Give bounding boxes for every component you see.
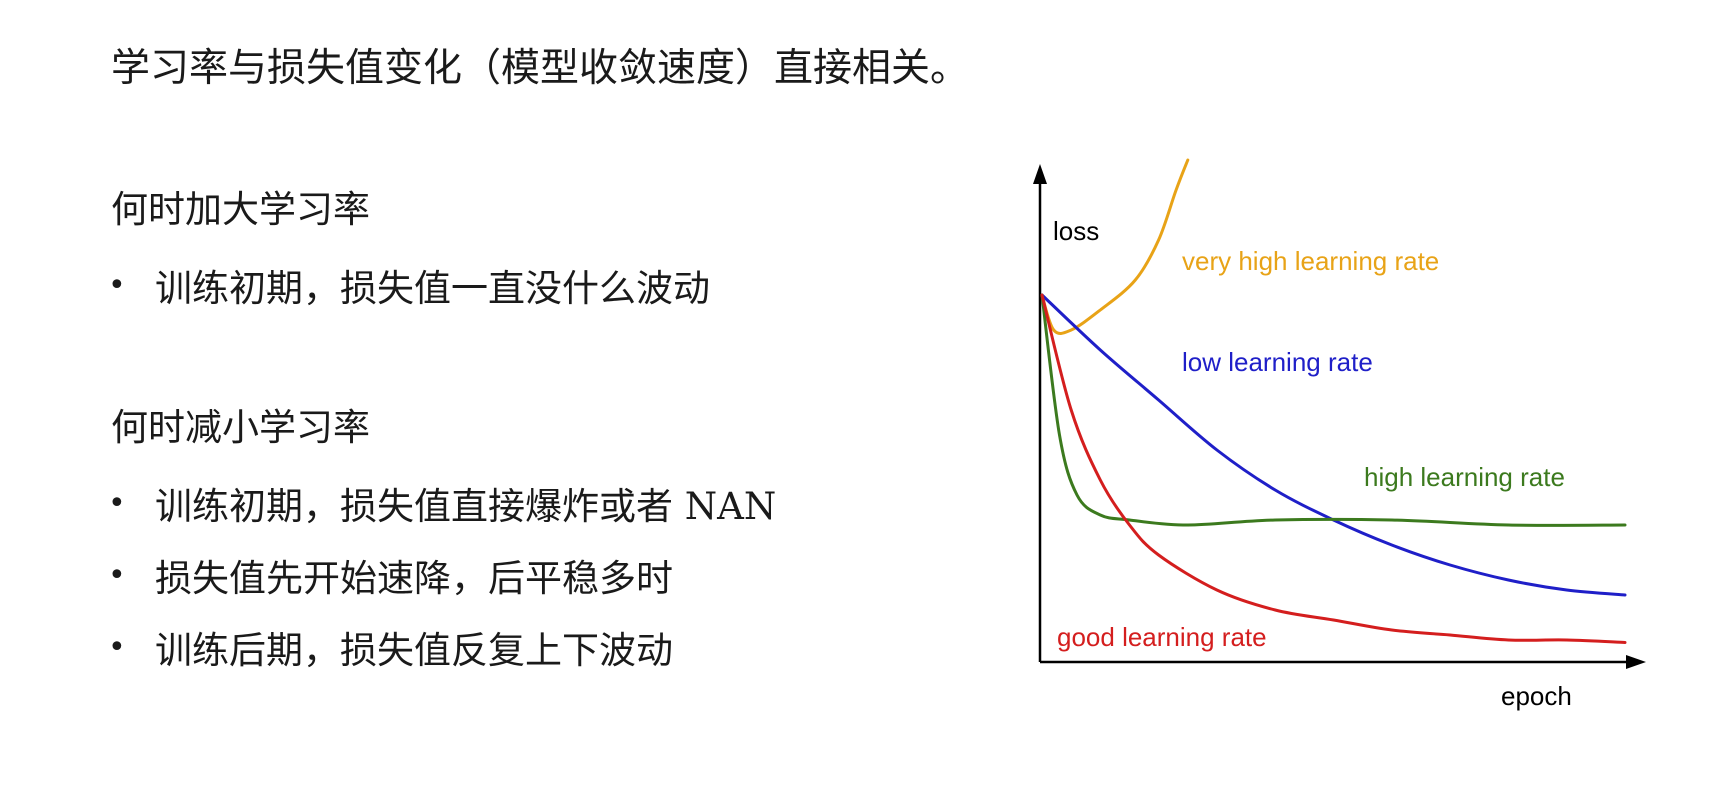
x-axis-arrow-icon — [1626, 655, 1646, 669]
increase-lr-list: • 训练初期，损失值一直没什么波动 — [108, 249, 710, 321]
decrease-lr-list: • 训练初期，损失值直接爆炸或者 NAN • 损失值先开始速降，后平稳多时 • … — [108, 467, 776, 683]
bullet-icon: • — [108, 629, 126, 665]
series-line-very-high-learning-rate — [1040, 158, 1190, 335]
list-item: • 训练初期，损失值一直没什么波动 — [108, 249, 710, 321]
series-label-high-learning-rate: high learning rate — [1364, 462, 1565, 492]
x-axis-label: epoch — [1501, 681, 1572, 711]
bullet-icon: • — [108, 485, 126, 521]
increase-lr-heading: 何时加大学习率 — [111, 188, 370, 231]
series-label-low-learning-rate: low learning rate — [1182, 347, 1373, 377]
y-axis-arrow-icon — [1033, 164, 1047, 184]
list-item-text: 训练后期，损失值反复上下波动 — [155, 629, 673, 672]
decrease-lr-heading: 何时减小学习率 — [111, 406, 370, 449]
series-labels: very high learning rate low learning rate… — [1057, 246, 1565, 652]
series-group — [1040, 158, 1627, 644]
list-item-text: 训练初期，损失值直接爆炸或者 NAN — [155, 485, 777, 528]
series-label-good-learning-rate: good learning rate — [1057, 622, 1267, 652]
learning-rate-loss-chart: loss epoch very high learning rate low le… — [1033, 158, 1646, 711]
series-label-very-high-learning-rate: very high learning rate — [1182, 246, 1439, 276]
page-title: 学习率与损失值变化（模型收敛速度）直接相关。 — [111, 46, 970, 91]
list-item: • 训练后期，损失值反复上下波动 — [108, 611, 776, 683]
series-line-low-learning-rate — [1040, 293, 1627, 597]
list-item: • 训练初期，损失值直接爆炸或者 NAN — [108, 467, 776, 539]
bullet-icon: • — [108, 557, 126, 593]
bullet-icon: • — [108, 267, 126, 303]
list-item-text: 损失值先开始速降，后平稳多时 — [155, 557, 673, 600]
list-item-text: 训练初期，损失值一直没什么波动 — [155, 267, 710, 310]
y-axis-label: loss — [1053, 216, 1099, 246]
list-item: • 损失值先开始速降，后平稳多时 — [108, 539, 776, 611]
